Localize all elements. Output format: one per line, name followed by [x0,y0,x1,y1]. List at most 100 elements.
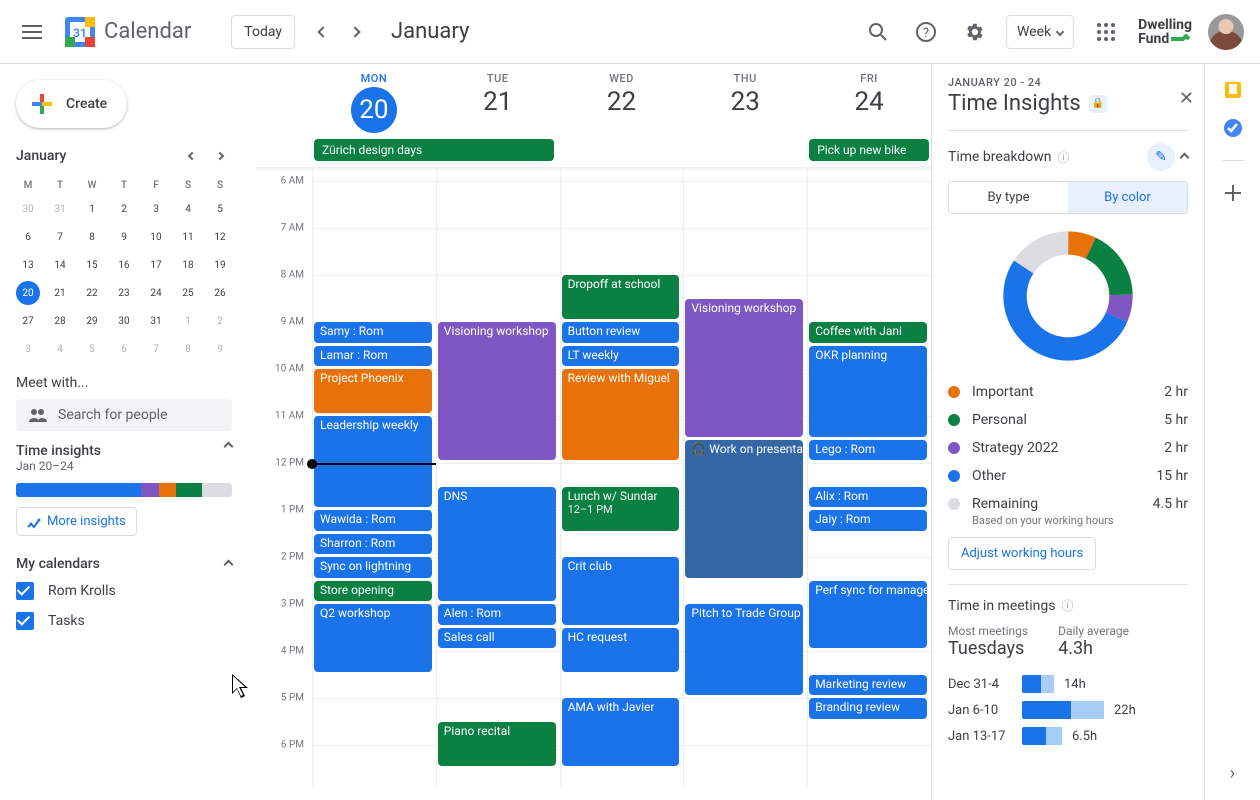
day-header[interactable]: FRI24 [807,64,931,137]
calendar-event[interactable]: Lamar : Rom [314,346,432,367]
mini-day[interactable]: 26 [208,281,232,305]
mini-day[interactable]: 22 [80,281,104,305]
mini-day[interactable]: 28 [48,309,72,333]
mini-day[interactable]: 24 [144,281,168,305]
calendar-event[interactable]: Project Phoenix [314,369,432,413]
calendar-event[interactable]: HC request [562,628,680,672]
mini-day[interactable]: 6 [112,337,136,361]
calendar-event[interactable]: DNS [438,487,556,602]
main-menu-button[interactable] [8,8,56,56]
mini-day[interactable]: 2 [112,197,136,221]
calendar-event[interactable]: Dropoff at school [562,275,680,319]
day-header[interactable]: TUE21 [436,64,560,137]
mini-day[interactable]: 12 [208,225,232,249]
mini-day[interactable]: 25 [176,281,200,305]
mini-day[interactable]: 8 [80,225,104,249]
calendar-event[interactable]: AMA with Javier [562,698,680,766]
keep-icon[interactable] [1223,80,1243,100]
mini-day[interactable]: 31 [48,197,72,221]
calendar-event[interactable]: Lunch w/ Sundar12–1 PM [562,487,680,531]
calendar-event[interactable]: Visioning workshop [438,322,556,460]
calendar-event[interactable]: Lego : Rom [809,440,927,461]
calendar-event[interactable]: Coffee with Jani [809,322,927,343]
collapse-icon[interactable] [224,442,234,452]
calendar-event[interactable]: LT weekly [562,346,680,367]
mini-day[interactable]: 7 [48,225,72,249]
allday-event[interactable]: Pick up new bike [809,139,929,161]
mini-day[interactable]: 14 [48,253,72,277]
checkbox-icon[interactable] [16,582,34,600]
mini-day[interactable]: 9 [208,337,232,361]
mini-prev-button[interactable] [180,144,204,168]
support-button[interactable]: ? [902,8,950,56]
settings-button[interactable] [950,8,998,56]
calendar-event[interactable]: Wawida : Rom [314,510,432,531]
mini-calendar[interactable]: MTWTFSS303112345678910111213141516171819… [8,168,240,363]
mini-day[interactable]: 2 [208,309,232,333]
mini-day[interactable]: 1 [176,309,200,333]
mini-day[interactable]: 21 [48,281,72,305]
seg-by-type[interactable]: By type [949,182,1068,213]
info-icon[interactable]: ⓘ [1058,149,1070,166]
account-avatar[interactable] [1208,14,1244,50]
mini-day[interactable]: 20 [16,281,40,305]
mini-day[interactable]: 15 [80,253,104,277]
calendar-event[interactable]: Alen : Rom [438,604,556,625]
mini-day[interactable]: 30 [112,309,136,333]
mini-day[interactable]: 16 [112,253,136,277]
mini-day[interactable]: 31 [144,309,168,333]
adjust-hours-button[interactable]: Adjust working hours [948,537,1096,570]
mini-day[interactable]: 3 [144,197,168,221]
mini-day[interactable]: 10 [144,225,168,249]
mini-day[interactable]: 11 [176,225,200,249]
calendar-event[interactable]: Store opening [314,581,432,602]
mini-next-button[interactable] [208,144,232,168]
seg-by-color[interactable]: By color [1068,182,1187,213]
mini-day[interactable]: 29 [80,309,104,333]
checkbox-icon[interactable] [16,612,34,630]
mini-day[interactable]: 18 [176,253,200,277]
calendar-event[interactable]: Button review [562,322,680,343]
calendar-event[interactable]: Leadership weekly [314,416,432,507]
calendar-event[interactable]: Sales call [438,628,556,649]
mini-day[interactable]: 1 [80,197,104,221]
mini-day[interactable]: 4 [176,197,200,221]
collapse-icon[interactable] [1180,152,1190,162]
search-button[interactable] [854,8,902,56]
calendar-event[interactable]: Crit club [562,557,680,625]
calendar-event[interactable]: Samy : Rom [314,322,432,343]
calendar-event[interactable]: Alix : Rom [809,487,927,508]
view-selector[interactable]: Week [1006,15,1074,49]
mini-day[interactable]: 17 [144,253,168,277]
calendar-event[interactable]: Visioning workshop [685,299,803,437]
close-insights-button[interactable]: ✕ [1179,88,1194,109]
mini-day[interactable]: 27 [16,309,40,333]
calendar-event[interactable]: Sync on lightning [314,557,432,578]
mini-day[interactable]: 13 [16,253,40,277]
google-apps-button[interactable] [1082,8,1130,56]
mini-day[interactable]: 5 [208,197,232,221]
calendar-event[interactable]: Sharron : Rom [314,534,432,555]
mini-day[interactable]: 7 [144,337,168,361]
calendar-event[interactable]: Piano recital [438,722,556,766]
mini-day[interactable]: 5 [80,337,104,361]
mini-day[interactable]: 30 [16,197,40,221]
calendar-event[interactable]: Perf sync for managers [809,581,927,649]
info-icon[interactable]: ⓘ [1061,597,1073,614]
add-addon-icon[interactable] [1223,183,1243,203]
calendar-event[interactable]: Jaiy : Rom [809,510,927,531]
expand-rail-button[interactable]: › [1230,763,1235,784]
mini-day[interactable]: 23 [112,281,136,305]
calendar-event[interactable]: 🎧 Work on presentation [685,440,803,578]
calendar-event[interactable]: Pitch to Trade Group [685,604,803,695]
day-header[interactable]: THU23 [683,64,807,137]
calendar-event[interactable]: Q2 workshop [314,604,432,672]
prev-week-button[interactable] [307,16,339,48]
day-header[interactable]: WED22 [560,64,684,137]
calendar-item[interactable]: Tasks [8,606,240,636]
create-button[interactable]: Create [16,80,127,128]
tasks-icon[interactable] [1223,118,1243,138]
mini-day[interactable]: 6 [16,225,40,249]
calendar-item[interactable]: Rom Krolls [8,576,240,606]
search-people-input[interactable]: Search for people [16,399,232,431]
